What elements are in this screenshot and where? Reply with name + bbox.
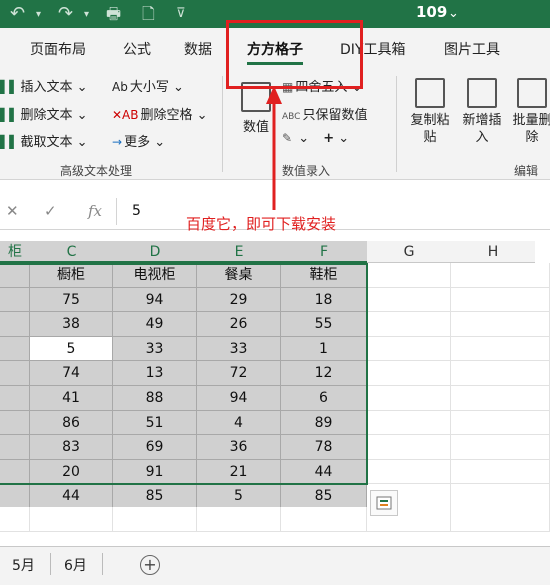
sheet-divider — [102, 553, 103, 575]
sheet-divider — [50, 553, 51, 575]
add-sheet-icon[interactable]: + — [140, 555, 160, 575]
annotation-text: 百度它，即可下载安装 — [186, 215, 337, 233]
sheet-tab-bar: 5月 6月 + — [0, 546, 550, 585]
sheet-tab-may[interactable]: 5月 — [12, 555, 35, 575]
annotation-arrow — [266, 86, 282, 210]
sheet-tab-june[interactable]: 6月 — [64, 555, 87, 575]
